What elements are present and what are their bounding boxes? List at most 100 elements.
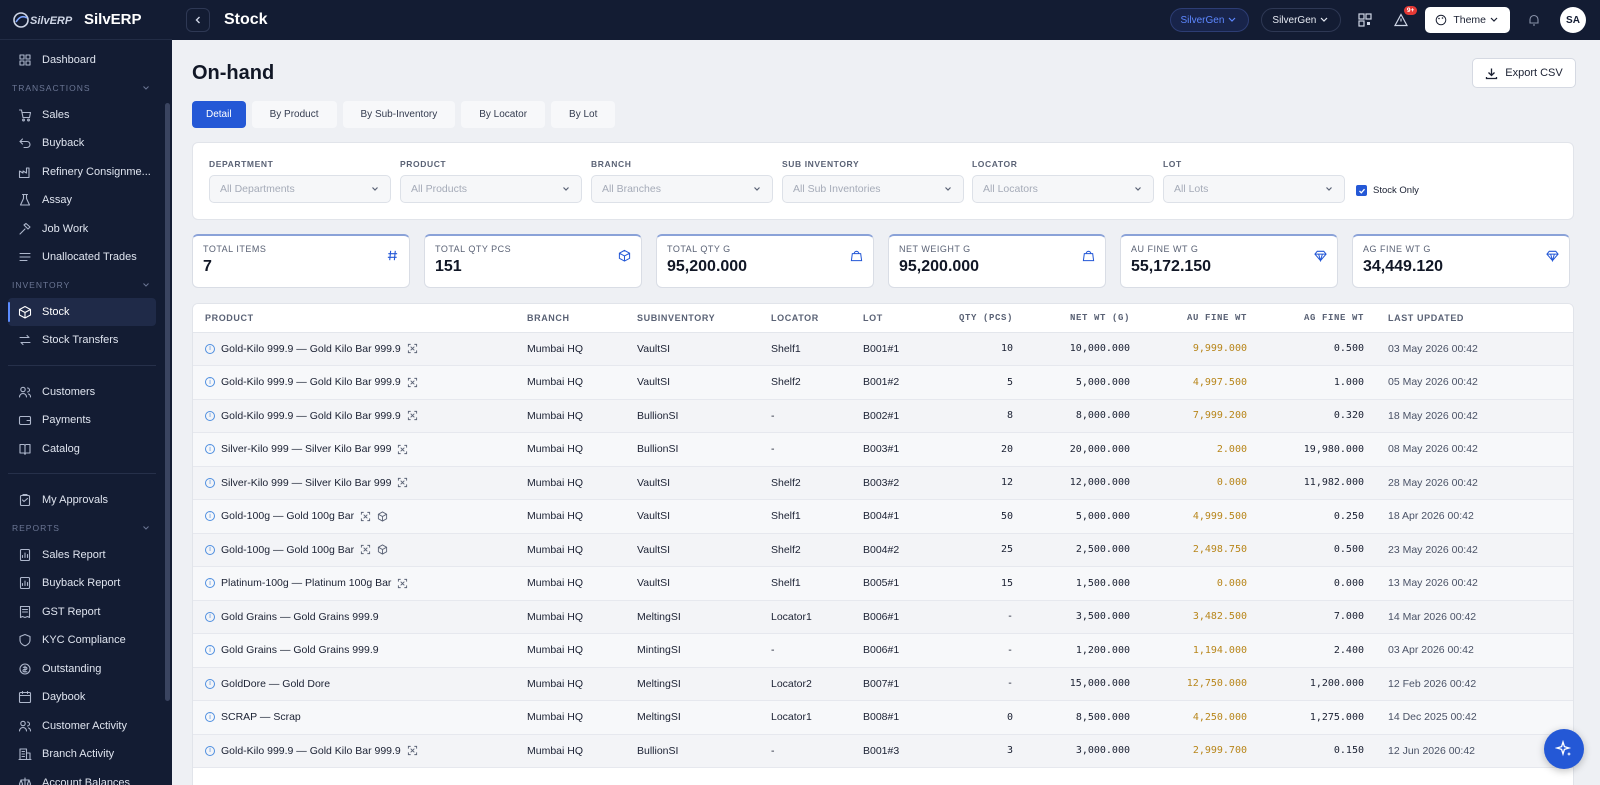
- lot-select[interactable]: All Lots: [1163, 175, 1345, 203]
- sidebar-item-stock-transfers[interactable]: Stock Transfers: [0, 326, 172, 355]
- sidebar-item-buyback[interactable]: Buyback: [0, 129, 172, 158]
- table-row[interactable]: i Gold Grains — Gold Grains 999.9 Mumbai H…: [193, 633, 1573, 668]
- tab-by-locator[interactable]: By Locator: [461, 101, 546, 128]
- branch-select[interactable]: All Branches: [591, 175, 773, 203]
- info-icon[interactable]: i: [205, 745, 215, 756]
- sidebar-item-daybook[interactable]: Daybook: [0, 683, 172, 712]
- table-row[interactable]: i Gold-Kilo 999.9 — Gold Kilo Bar 999.9 Mu…: [193, 399, 1573, 433]
- table-row[interactable]: i Gold-Kilo 999.9 — Gold Kilo Bar 999.9 Mu…: [193, 365, 1573, 400]
- cell-au-fine-wt: 0.000: [1142, 466, 1259, 500]
- qr-scan-button[interactable]: [1353, 8, 1377, 32]
- sidebar-item-my-approvals[interactable]: My Approvals: [0, 486, 172, 515]
- sidebar-section-reports[interactable]: REPORTS: [0, 515, 172, 541]
- sidebar-item-refinery-consignme[interactable]: Refinery Consignme...: [0, 158, 172, 187]
- alerts-button[interactable]: 9+: [1389, 6, 1418, 32]
- tab-by-product[interactable]: By Product: [251, 101, 337, 128]
- stock-only-toggle[interactable]: Stock Only: [1356, 185, 1419, 196]
- column-header-qty-pcs[interactable]: QTY (PCS): [935, 304, 1025, 333]
- info-icon[interactable]: i: [205, 678, 215, 689]
- ai-assistant-button[interactable]: [1544, 729, 1584, 769]
- cell-ag-fine-wt: 1,275.000: [1259, 700, 1376, 735]
- table-row[interactable]: i GoldDore — Gold Dore Mumbai HQ MeltingSI L…: [193, 667, 1573, 701]
- filter-product: PRODUCT All Products: [400, 159, 582, 203]
- sidebar-item-customers[interactable]: Customers: [0, 378, 172, 407]
- cell-au-fine-wt: 2,999.700: [1142, 734, 1259, 768]
- department-select[interactable]: All Departments: [209, 175, 391, 203]
- sidebar-item-kyc-compliance[interactable]: KYC Compliance: [0, 626, 172, 655]
- sidebar-section-inventory[interactable]: INVENTORY: [0, 272, 172, 298]
- sidebar-item-assay[interactable]: Assay: [0, 186, 172, 215]
- info-icon[interactable]: i: [205, 343, 215, 354]
- kpi-value: 34,449.120: [1363, 258, 1444, 275]
- tenant-selector[interactable]: SilverGen: [1261, 8, 1342, 32]
- column-header-branch[interactable]: BRANCH: [515, 304, 625, 333]
- column-header-au-fine-wt[interactable]: AU FINE WT: [1142, 304, 1259, 333]
- info-icon[interactable]: i: [205, 377, 215, 388]
- info-icon[interactable]: i: [205, 578, 215, 589]
- back-button[interactable]: [186, 8, 210, 32]
- cell-ag-fine-wt: 0.320: [1259, 399, 1376, 433]
- product-select[interactable]: All Products: [400, 175, 582, 203]
- theme-button[interactable]: Theme: [1425, 7, 1510, 33]
- user-avatar[interactable]: SA: [1560, 7, 1586, 33]
- locator-select[interactable]: All Locators: [972, 175, 1154, 203]
- cell-ag-fine-wt: 1.000: [1259, 365, 1376, 400]
- chevron-down-icon: [754, 187, 760, 191]
- sidebar-scrollbar[interactable]: [165, 103, 170, 701]
- sidebar-item-job-work[interactable]: Job Work: [0, 215, 172, 244]
- brand[interactable]: SilvERP SilvERP: [0, 0, 172, 40]
- tab-by-sub-inventory[interactable]: By Sub-Inventory: [342, 101, 456, 128]
- info-icon[interactable]: i: [205, 611, 215, 622]
- cell-locator: Locator2: [759, 667, 851, 701]
- table-row[interactable]: i Silver-Kilo 999 — Silver Kilo Bar 999 Mu…: [193, 432, 1573, 467]
- sidebar-item-stock[interactable]: Stock: [8, 297, 156, 326]
- column-header-product[interactable]: PRODUCT: [193, 304, 515, 333]
- sidebar-item-buyback-report[interactable]: Buyback Report: [0, 569, 172, 598]
- sidebar-item-sales-report[interactable]: Sales Report: [0, 541, 172, 570]
- table-row[interactable]: i Gold Grains — Gold Grains 999.9 Mumbai H…: [193, 600, 1573, 634]
- tab-by-lot[interactable]: By Lot: [551, 101, 616, 128]
- info-icon[interactable]: i: [205, 477, 215, 488]
- sidebar-item-account-balances[interactable]: Account Balances: [0, 769, 172, 785]
- column-header-ag-fine-wt[interactable]: AG FINE WT: [1259, 304, 1376, 333]
- cell-net-wt: 20,000.000: [1025, 432, 1142, 467]
- column-header-subinventory[interactable]: SUBINVENTORY: [625, 304, 759, 333]
- sidebar-item-customer-activity[interactable]: Customer Activity: [0, 712, 172, 741]
- sidebar-item-dashboard[interactable]: Dashboard: [0, 46, 172, 75]
- sidebar-item-unallocated-trades[interactable]: Unallocated Trades: [0, 243, 172, 272]
- table-row[interactable]: i SCRAP — Scrap Mumbai HQ MeltingSI Locator1…: [193, 700, 1573, 735]
- info-icon[interactable]: i: [205, 645, 215, 656]
- sidebar-section-transactions[interactable]: TRANSACTIONS: [0, 75, 172, 101]
- info-icon[interactable]: i: [205, 444, 215, 455]
- table-row[interactable]: i Gold-Kilo 999.9 — Gold Kilo Bar 999.9 Mu…: [193, 734, 1573, 768]
- column-header-last-updated[interactable]: LAST UPDATED: [1376, 304, 1573, 333]
- product-name: SCRAP — Scrap: [221, 711, 301, 724]
- sidebar-item-branch-activity[interactable]: Branch Activity: [0, 740, 172, 769]
- table-row[interactable]: i Silver-Kilo 999 — Silver Kilo Bar 999 Mu…: [193, 466, 1573, 500]
- info-icon[interactable]: i: [205, 511, 215, 522]
- table-row[interactable]: i Gold-100g — Gold 100g Bar Mumbai HQ Vault…: [193, 533, 1573, 567]
- sidebar-item-outstanding[interactable]: Outstanding: [0, 655, 172, 684]
- bell-button[interactable]: [1522, 8, 1546, 32]
- info-icon[interactable]: i: [205, 712, 215, 723]
- table-row[interactable]: i Gold-100g — Gold 100g Bar Mumbai HQ Vault…: [193, 499, 1573, 534]
- table-row[interactable]: i Platinum-100g — Platinum 100g Bar Mumbai…: [193, 566, 1573, 601]
- column-header-locator[interactable]: LOCATOR: [759, 304, 851, 333]
- org-selector[interactable]: SilverGen: [1169, 8, 1250, 32]
- export-csv-button[interactable]: Export CSV: [1472, 58, 1576, 88]
- cell-subinventory: MeltingSI: [625, 600, 759, 634]
- column-header-net-wt-g[interactable]: NET WT (G): [1025, 304, 1142, 333]
- info-icon[interactable]: i: [205, 544, 215, 555]
- sidebar-item-payments[interactable]: Payments: [0, 406, 172, 435]
- cell-subinventory: BullionSI: [625, 734, 759, 768]
- sidebar-item-sales[interactable]: Sales: [0, 101, 172, 130]
- sidebar-item-gst-report[interactable]: GST Report: [0, 598, 172, 627]
- sidebar-item-catalog[interactable]: Catalog: [0, 435, 172, 464]
- info-icon[interactable]: i: [205, 410, 215, 421]
- stock-only-checkbox[interactable]: [1356, 185, 1367, 196]
- tab-detail[interactable]: Detail: [192, 101, 246, 128]
- select-placeholder: All Sub Inventories: [793, 183, 881, 195]
- table-row[interactable]: i Gold-Kilo 999.9 — Gold Kilo Bar 999.9 Mu…: [193, 332, 1573, 366]
- column-header-lot[interactable]: LOT: [851, 304, 935, 333]
- sub-inventory-select[interactable]: All Sub Inventories: [782, 175, 964, 203]
